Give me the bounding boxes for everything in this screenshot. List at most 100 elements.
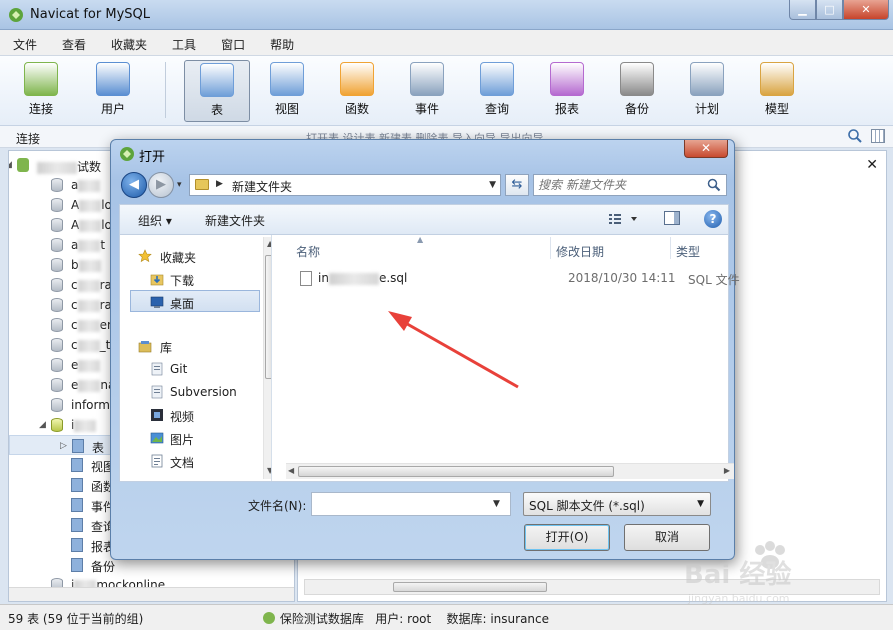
organize-button[interactable]: 组织 ▾ <box>138 212 172 229</box>
breadcrumb-chevron-icon[interactable]: ▶ <box>216 179 223 189</box>
grid-view-icon[interactable] <box>871 129 885 143</box>
recent-locations-icon[interactable]: ▾ <box>177 180 182 190</box>
tree-item-label-start: a <box>71 238 79 252</box>
toolbar-button-7[interactable]: 报表 <box>534 60 600 122</box>
maximize-button[interactable]: □ <box>816 0 843 20</box>
file-type-filter-select[interactable]: SQL 脚本文件 (*.sql) ▼ <box>523 492 711 516</box>
database-icon <box>51 378 63 392</box>
status-user: 用户: root <box>375 612 432 626</box>
toolbar-button-0[interactable]: 连接 <box>8 60 74 122</box>
toolbar-separator <box>165 62 166 118</box>
tree-item-label-start: c <box>71 278 78 292</box>
redacted-text <box>78 239 101 252</box>
back-button[interactable]: ◀ <box>121 172 147 198</box>
redacted-text <box>74 419 97 432</box>
menu-help[interactable]: 帮助 <box>257 30 306 55</box>
redacted-text <box>79 199 102 212</box>
toolbar-button-6[interactable]: 查询 <box>464 60 530 122</box>
tree-item-label: c _tr <box>71 338 115 352</box>
toolbar-button-3[interactable]: 视图 <box>254 60 320 122</box>
navicat-app-icon <box>8 7 24 26</box>
toolbar-button-8[interactable]: 备份 <box>604 60 670 122</box>
tree-item-label-start: A <box>71 198 80 212</box>
toolbar-button-label: 查询 <box>484 102 509 116</box>
title-bar: Navicat for MySQL ▁ □ ✕ <box>0 0 893 30</box>
query-icon <box>71 518 83 532</box>
toolbar-button-label: 表 <box>210 103 223 117</box>
status-database: 数据库: insurance <box>446 612 550 626</box>
database-icon <box>51 278 63 292</box>
tree-horizontal-scrollbar[interactable] <box>9 587 294 601</box>
scrollbar-thumb[interactable] <box>393 582 547 592</box>
toolbar-button-label: 函数 <box>344 102 369 116</box>
menu-tools[interactable]: 工具 <box>159 30 208 55</box>
forward-button[interactable]: ▶ <box>148 172 174 198</box>
tree-item-label: 试数 <box>37 158 101 175</box>
object-horizontal-scrollbar[interactable] <box>304 579 880 595</box>
function-gear-icon <box>340 62 374 96</box>
status-connection: 保险测试数据库 <box>279 612 364 626</box>
table-count: 59 表 (59 位于当前的组) <box>8 612 144 626</box>
tree-item-label: 备份 <box>91 558 115 575</box>
toolbar-button-2[interactable]: 表 <box>184 60 250 122</box>
preview-pane-icon[interactable] <box>664 211 680 225</box>
tree-expander-icon[interactable]: ◢ <box>9 160 14 170</box>
search-icon[interactable] <box>707 178 721 195</box>
tree-item-label-start: A <box>71 218 80 232</box>
folder-search-box[interactable] <box>533 174 727 196</box>
breadcrumb-current-folder[interactable]: 新建文件夹 <box>232 178 292 195</box>
toolbar-button-4[interactable]: 函数 <box>324 60 390 122</box>
address-dropdown-icon[interactable]: ▼ <box>489 180 496 190</box>
open-button[interactable]: 打开(O) <box>524 524 610 551</box>
minimize-button[interactable]: ▁ <box>789 0 816 20</box>
tree-expander-icon[interactable]: ▷ <box>60 441 69 451</box>
menu-window[interactable]: 窗口 <box>208 30 257 55</box>
address-bar[interactable]: ▶ 新建文件夹 ▼ <box>189 174 501 196</box>
connection-status-icon <box>263 612 275 624</box>
tree-item-label: c en <box>71 318 115 332</box>
database-icon <box>51 398 63 412</box>
dialog-app-icon <box>119 146 135 165</box>
toolbar-button-label: 用户 <box>100 102 125 116</box>
toolbar-button-label: 事件 <box>414 102 439 116</box>
redacted-text <box>78 179 101 192</box>
dialog-close-button[interactable]: ✕ <box>684 140 728 158</box>
toolbar-button-10[interactable]: 模型 <box>744 60 810 122</box>
database-icon <box>51 318 63 332</box>
database-icon <box>51 178 63 192</box>
cancel-button[interactable]: 取消 <box>624 524 710 551</box>
toolbar-button-5[interactable]: 事件 <box>394 60 460 122</box>
redacted-text <box>77 279 100 292</box>
tree-item-label-start: b <box>71 258 79 272</box>
toolbar-button-label: 连接 <box>28 102 53 116</box>
command-bar: 组织 ▾ 新建文件夹 ? <box>119 204 729 234</box>
close-tab-icon[interactable]: ✕ <box>866 157 878 173</box>
dialog-body: 收藏夹 下载 桌面 库 Git Subversion 视频 图片 文档 ▲ 名称… <box>119 234 740 482</box>
refresh-button[interactable]: ⇆ <box>505 174 529 196</box>
menu-bar: 文件 查看 收藏夹 工具 窗口 帮助 <box>0 30 893 56</box>
new-folder-button[interactable]: 新建文件夹 <box>205 212 265 229</box>
query-icon <box>480 62 514 96</box>
filename-dropdown-icon[interactable]: ▼ <box>493 499 500 509</box>
toolbar-button-1[interactable]: 用户 <box>80 60 146 122</box>
tree-item-label-start: e <box>71 378 79 392</box>
filename-input[interactable] <box>311 492 511 516</box>
toolbar-button-9[interactable]: 计划 <box>674 60 740 122</box>
menu-favorites[interactable]: 收藏夹 <box>98 30 159 55</box>
status-bar: 59 表 (59 位于当前的组) 保险测试数据库 用户: root 数据库: i… <box>0 604 893 630</box>
redacted-text <box>77 339 100 352</box>
search-icon[interactable] <box>847 128 863 147</box>
close-button[interactable]: ✕ <box>843 0 889 20</box>
toolbar-button-label: 视图 <box>274 102 299 116</box>
window-controls: ▁ □ ✕ <box>789 0 889 20</box>
search-input[interactable] <box>538 177 698 193</box>
tree-expander-icon[interactable]: ◢ <box>39 420 48 430</box>
view-options-icon[interactable] <box>607 212 641 228</box>
window-title: Navicat for MySQL <box>30 7 150 22</box>
plug-connection-icon <box>24 62 58 96</box>
help-icon[interactable]: ? <box>704 210 722 228</box>
menu-view[interactable]: 查看 <box>49 30 98 55</box>
redacted-text <box>78 379 101 392</box>
status-connection-info: 保险测试数据库 用户: root 数据库: insurance <box>262 610 549 627</box>
menu-file[interactable]: 文件 <box>0 30 49 55</box>
